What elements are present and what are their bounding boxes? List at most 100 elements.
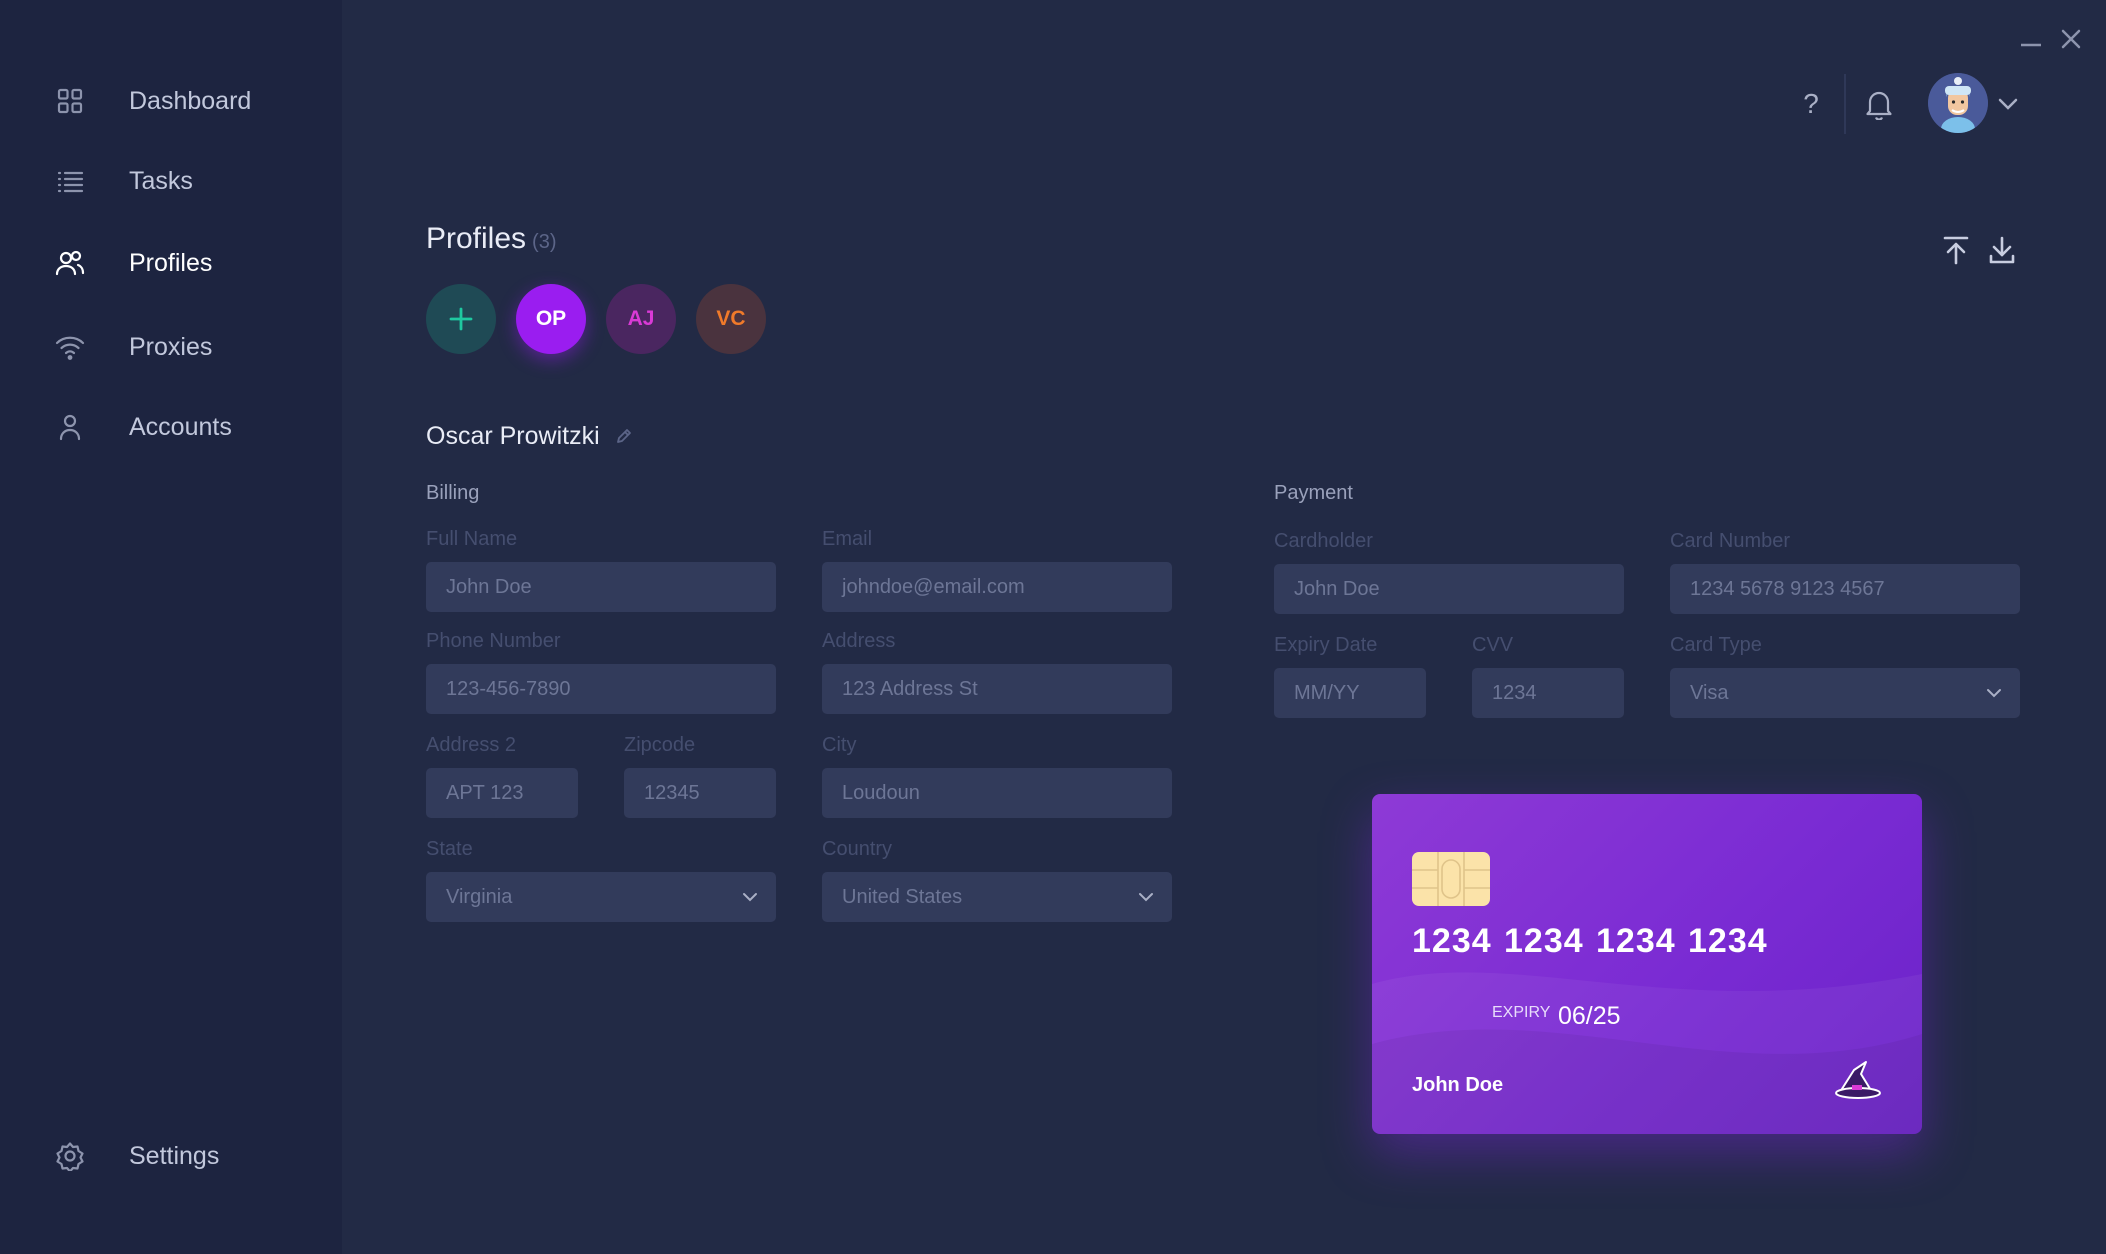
witch-hat-logo-icon xyxy=(1835,1061,1881,1099)
address2-value: APT 123 xyxy=(446,781,524,804)
country-select[interactable]: United States xyxy=(822,872,1172,922)
users-icon xyxy=(54,247,86,279)
bell-icon xyxy=(1866,91,1892,120)
nav-label: Tasks xyxy=(129,166,193,195)
email-value: johndoe@email.com xyxy=(842,575,1025,598)
grid-icon xyxy=(54,85,86,117)
expiry-value: MM/YY xyxy=(1294,681,1360,704)
import-button[interactable] xyxy=(1940,232,1972,268)
profile-chip-vc[interactable]: VC xyxy=(696,284,766,354)
nav-label: Settings xyxy=(129,1141,220,1170)
nav-item-tasks[interactable]: Tasks xyxy=(54,159,193,203)
zipcode-value: 12345 xyxy=(644,781,700,804)
profile-chip-op[interactable]: OP xyxy=(516,284,586,354)
card-type-value: Visa xyxy=(1690,681,1729,704)
account-menu-toggle[interactable] xyxy=(1996,92,2020,116)
help-icon: ? xyxy=(1803,88,1819,119)
minimize-icon xyxy=(2021,43,2041,47)
city-label: City xyxy=(822,734,857,756)
address-label: Address xyxy=(822,630,896,652)
card-type-select[interactable]: Visa xyxy=(1670,668,2020,718)
email-field[interactable]: johndoe@email.com xyxy=(822,562,1172,612)
page-title: Profiles (3) xyxy=(426,222,557,256)
state-select[interactable]: Virginia xyxy=(426,872,776,922)
billing-section-title: Billing xyxy=(426,482,480,504)
full-name-label: Full Name xyxy=(426,528,518,550)
download-icon xyxy=(1989,236,2015,264)
city-field[interactable]: Loudoun xyxy=(822,768,1172,818)
add-profile-button[interactable] xyxy=(426,284,496,354)
expiry-field[interactable]: MM/YY xyxy=(1274,668,1426,718)
close-button[interactable] xyxy=(2058,26,2084,52)
minimize-button[interactable] xyxy=(2018,26,2044,52)
nav-item-profiles[interactable]: Profiles xyxy=(54,241,212,285)
chevron-down-icon xyxy=(743,893,757,902)
expiry-label: Expiry Date xyxy=(1274,634,1378,656)
address2-label: Address 2 xyxy=(426,734,517,756)
card-number-label: Card Number xyxy=(1670,530,1791,552)
sidebar: Dashboard Tasks Profiles Proxies Account… xyxy=(0,0,342,1254)
help-button[interactable]: ? xyxy=(1793,84,1829,124)
header-divider xyxy=(1844,74,1846,134)
card-number-group: 1234 xyxy=(1596,922,1676,960)
nav-item-accounts[interactable]: Accounts xyxy=(54,405,232,449)
phone-label: Phone Number xyxy=(426,630,561,652)
plus-icon xyxy=(449,307,473,331)
zipcode-label: Zipcode xyxy=(624,734,696,756)
card-type-label: Card Type xyxy=(1670,634,1762,656)
cvv-value: 1234 xyxy=(1492,681,1537,704)
profile-name: Oscar Prowitzki xyxy=(426,422,600,450)
address-value: 123 Address St xyxy=(842,677,978,700)
gear-icon xyxy=(54,1140,86,1172)
nav-label: Accounts xyxy=(129,412,232,441)
export-button[interactable] xyxy=(1986,232,2018,268)
email-label: Email xyxy=(822,528,873,550)
nav-item-dashboard[interactable]: Dashboard xyxy=(54,79,251,123)
city-value: Loudoun xyxy=(842,781,920,804)
nav-label: Dashboard xyxy=(129,86,252,115)
user-icon xyxy=(54,411,86,443)
close-icon xyxy=(2061,29,2081,49)
notifications-button[interactable] xyxy=(1862,84,1896,124)
state-value: Virginia xyxy=(446,885,513,908)
country-label: Country xyxy=(822,838,893,860)
cardholder-value: John Doe xyxy=(1294,577,1380,600)
nav-item-proxies[interactable]: Proxies xyxy=(54,325,212,369)
card-number-group: 1234 xyxy=(1688,922,1768,960)
card-number-field[interactable]: 1234 5678 9123 4567 xyxy=(1670,564,2020,614)
chevron-down-icon xyxy=(1987,689,2001,698)
edit-profile-name-button[interactable] xyxy=(612,424,636,448)
list-icon xyxy=(54,165,86,197)
full-name-field[interactable]: John Doe xyxy=(426,562,776,612)
nav-label: Profiles xyxy=(129,248,213,277)
card-number-group: 1234 xyxy=(1504,922,1584,960)
page-title-text: Profiles xyxy=(426,222,527,255)
payment-section-title: Payment xyxy=(1274,482,1353,504)
card-chip-icon xyxy=(1412,852,1490,906)
card-expiry-label: EXPIRY xyxy=(1492,1004,1551,1021)
nav-item-settings[interactable]: Settings xyxy=(54,1134,219,1178)
chevron-down-icon xyxy=(1998,98,2018,110)
full-name-value: John Doe xyxy=(446,575,532,598)
upload-icon xyxy=(1943,236,1969,265)
card-number-value: 1234 5678 9123 4567 xyxy=(1690,577,1885,600)
zipcode-field[interactable]: 12345 xyxy=(624,768,776,818)
address2-field[interactable]: APT 123 xyxy=(426,768,578,818)
card-preview: 1234 1234 1234 1234 EXPIRY 06/25 John Do… xyxy=(1372,794,1922,1134)
pencil-icon xyxy=(617,429,631,443)
cvv-label: CVV xyxy=(1472,634,1514,656)
card-holder-name: John Doe xyxy=(1412,1074,1504,1096)
profile-chip-aj[interactable]: AJ xyxy=(606,284,676,354)
phone-field[interactable]: 123-456-7890 xyxy=(426,664,776,714)
nav-label: Proxies xyxy=(129,332,213,361)
avatar[interactable] xyxy=(1928,73,1988,133)
profiles-count: (3) xyxy=(532,231,557,253)
card-expiry-value: 06/25 xyxy=(1558,1002,1621,1030)
cardholder-field[interactable]: John Doe xyxy=(1274,564,1624,614)
wifi-icon xyxy=(54,331,86,363)
cvv-field[interactable]: 1234 xyxy=(1472,668,1624,718)
address-field[interactable]: 123 Address St xyxy=(822,664,1172,714)
cardholder-label: Cardholder xyxy=(1274,530,1373,552)
card-number-group: 1234 xyxy=(1412,922,1492,960)
state-label: State xyxy=(426,838,473,860)
